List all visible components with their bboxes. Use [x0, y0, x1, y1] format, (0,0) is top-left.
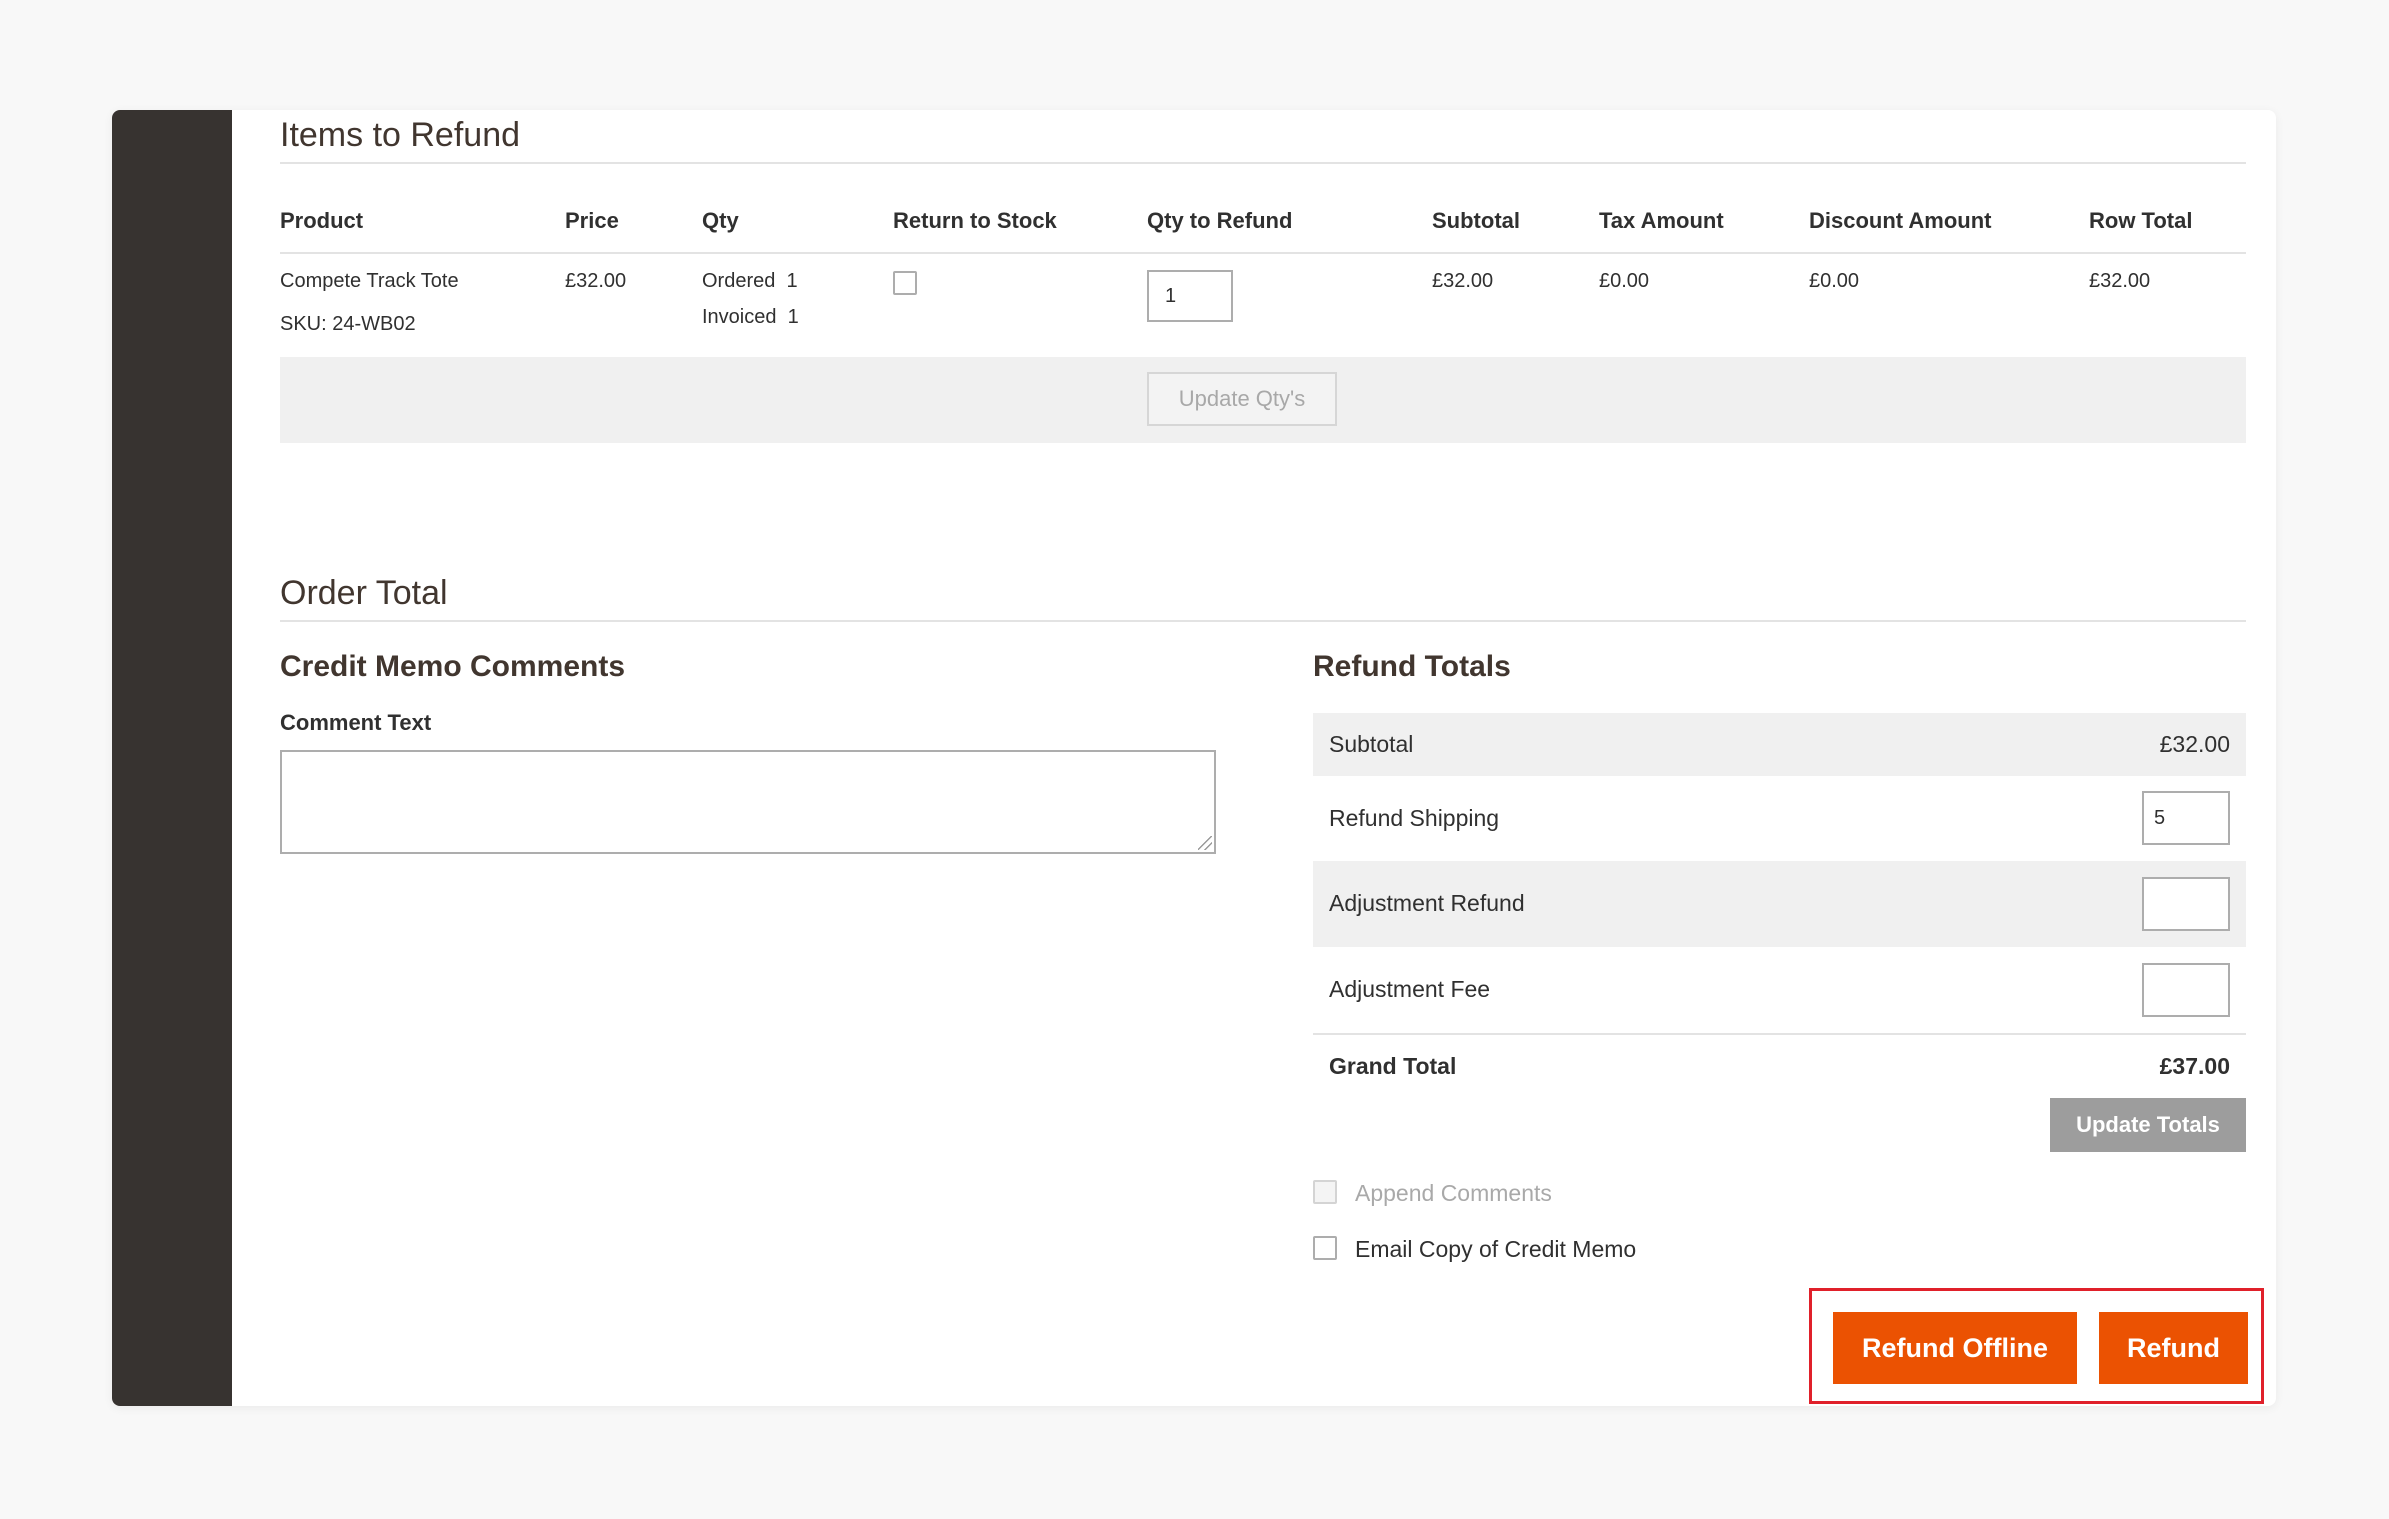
update-totals-button[interactable]: Update Totals: [2050, 1098, 2246, 1152]
email-copy-label: Email Copy of Credit Memo: [1355, 1236, 1637, 1262]
credit-memo-card: Items to Refund Product Price Qty Return…: [112, 110, 2276, 1406]
append-comments-label: Append Comments: [1355, 1180, 1552, 1206]
adjustment-fee-label: Adjustment Fee: [1329, 976, 1491, 1002]
column-header-tax-amount: Tax Amount: [1599, 208, 1724, 233]
adjustment-refund-label: Adjustment Refund: [1329, 890, 1525, 916]
qty-to-refund-input[interactable]: 1: [1147, 270, 1233, 322]
row-subtotal: £32.00: [1432, 270, 1494, 292]
email-copy-checkbox[interactable]: [1313, 1236, 1337, 1260]
append-comments-checkbox[interactable]: [1313, 1180, 1337, 1204]
column-header-qty-to-refund: Qty to Refund: [1147, 208, 1293, 233]
qty-invoiced: Invoiced 1: [702, 306, 799, 328]
adjustment-refund-row: Adjustment Refund: [1313, 861, 2246, 947]
items-to-refund-title: Items to Refund: [280, 116, 521, 154]
return-to-stock-checkbox[interactable]: [893, 271, 917, 295]
column-header-price: Price: [565, 208, 619, 233]
refund-button[interactable]: Refund: [2099, 1312, 2248, 1384]
product-price: £32.00: [565, 270, 627, 292]
comment-text-area[interactable]: [280, 750, 1216, 854]
row-total: £32.00: [2089, 270, 2151, 292]
refund-offline-button[interactable]: Refund Offline: [1833, 1312, 2077, 1384]
grand-total-value: £37.00: [2159, 1053, 2230, 1079]
table-header-divider: [280, 252, 2246, 254]
credit-memo-comments-title: Credit Memo Comments: [280, 650, 626, 683]
product-sku: SKU: 24-WB02: [280, 313, 416, 335]
subtotal-value: £32.00: [2159, 731, 2230, 757]
refund-shipping-row: Refund Shipping 5: [1313, 776, 2246, 861]
row-tax-amount: £0.00: [1599, 270, 1650, 292]
column-header-product: Product: [280, 208, 364, 233]
column-header-row-total: Row Total: [2089, 208, 2193, 233]
comment-text-label: Comment Text: [280, 710, 432, 735]
order-total-title: Order Total: [280, 574, 448, 612]
adjustment-fee-input[interactable]: [2142, 963, 2230, 1017]
refund-totals-title: Refund Totals: [1313, 650, 1511, 683]
refund-shipping-input[interactable]: 5: [2142, 791, 2230, 845]
subtotal-row: Subtotal £32.00: [1313, 713, 2246, 776]
qty-ordered: Ordered 1: [702, 270, 798, 292]
section-divider: [280, 162, 2246, 164]
subtotal-label: Subtotal: [1329, 731, 1414, 757]
adjustment-refund-input[interactable]: [2142, 877, 2230, 931]
admin-sidebar: [112, 110, 232, 1406]
refund-shipping-label: Refund Shipping: [1329, 805, 1500, 831]
row-discount-amount: £0.00: [1809, 270, 1860, 292]
update-qtys-button[interactable]: Update Qty's: [1147, 372, 1337, 426]
grand-total-row: Grand Total £37.00: [1313, 1035, 2246, 1095]
column-header-subtotal: Subtotal: [1432, 208, 1520, 233]
adjustment-fee-row: Adjustment Fee: [1313, 947, 2246, 1033]
grand-total-label: Grand Total: [1329, 1053, 1457, 1079]
column-header-return-to-stock: Return to Stock: [893, 208, 1057, 233]
section-divider: [280, 620, 2246, 622]
column-header-qty: Qty: [702, 208, 739, 233]
resize-grip-icon[interactable]: [1198, 836, 1212, 850]
product-name: Compete Track Tote: [280, 270, 459, 292]
column-header-discount-amount: Discount Amount: [1809, 208, 1992, 233]
